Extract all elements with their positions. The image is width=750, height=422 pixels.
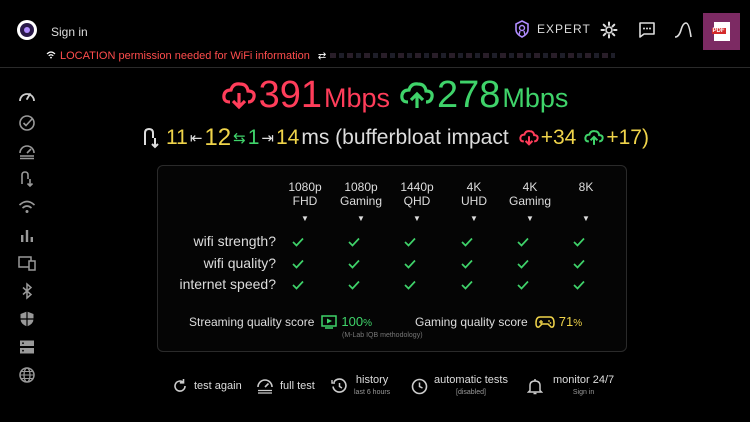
check-icon bbox=[517, 259, 529, 269]
methodology-note: (M-Lab IQB methodology) bbox=[342, 332, 423, 339]
gear-icon[interactable] bbox=[600, 21, 618, 39]
upload-speed: 278 Mbps bbox=[400, 74, 568, 117]
check-icon bbox=[461, 259, 473, 269]
column-header: 8K ▼ bbox=[578, 180, 594, 223]
download-value: 391 bbox=[258, 74, 322, 116]
download-cloud-icon bbox=[221, 81, 256, 109]
quality-table: 1080p FHD ▼ 1080p Gaming ▼ 1440p QHD ▼ 4K UHD ▼ … bbox=[157, 165, 627, 352]
check-icon bbox=[292, 237, 304, 247]
history-button[interactable]: history last 6 hours bbox=[331, 374, 390, 398]
jitter-arrows-icon: ⇆ bbox=[233, 130, 246, 147]
expert-label: EXPERT bbox=[537, 22, 591, 36]
bottom-toolbar: test again full test history last 6 hours… bbox=[0, 374, 750, 404]
download-speed: 391 Mbps bbox=[221, 74, 390, 117]
check-icon bbox=[348, 237, 360, 247]
play-screen-icon bbox=[321, 314, 338, 329]
gaming-score-label: Gaming quality score bbox=[415, 314, 528, 329]
gaming-score: Gaming quality score 71% bbox=[415, 314, 582, 329]
max-latency: 14 bbox=[275, 126, 300, 149]
pdf-badge-label: PDF bbox=[711, 28, 726, 34]
check-icon bbox=[461, 280, 473, 290]
check-icon bbox=[517, 237, 529, 247]
upload-value: 278 bbox=[437, 74, 501, 116]
pdf-export-button[interactable]: PDF bbox=[703, 13, 740, 50]
upload-cloud-icon bbox=[400, 81, 434, 108]
right-bar-arrow-icon: ⇥ bbox=[261, 130, 274, 147]
ping-large-icon bbox=[144, 127, 159, 149]
check-icon bbox=[292, 259, 304, 269]
permission-warning-text: LOCATION permission needed for WiFi info… bbox=[60, 50, 310, 62]
left-bar-arrow-icon: ⇤ bbox=[189, 130, 203, 147]
min-latency: 12 bbox=[204, 124, 232, 151]
check-icon bbox=[573, 259, 585, 269]
devices-icon[interactable] bbox=[18, 254, 36, 272]
redacted-network-info bbox=[330, 53, 615, 58]
streaming-score: Streaming quality score 100% bbox=[189, 314, 372, 329]
gauge-list-icon bbox=[257, 379, 273, 394]
check-icon bbox=[404, 237, 416, 247]
row-label-wifi-quality: wifi quality? bbox=[203, 255, 276, 271]
check-icon bbox=[573, 237, 585, 247]
gamepad-icon bbox=[534, 315, 555, 328]
wifi-small-icon bbox=[46, 50, 56, 62]
upload-impact-icon bbox=[584, 130, 604, 145]
swap-arrows-icon: ⇄ bbox=[317, 50, 327, 62]
gaming-score-value: 71% bbox=[558, 314, 583, 329]
download-impact-icon bbox=[519, 130, 539, 146]
check-icon bbox=[348, 259, 360, 269]
upload-unit: Mbps bbox=[502, 83, 569, 113]
chat-icon[interactable] bbox=[638, 21, 656, 39]
full-test-label: full test bbox=[280, 379, 315, 392]
row-label-wifi-strength: wifi strength? bbox=[193, 233, 276, 249]
check-icon bbox=[404, 280, 416, 290]
test-again-label: test again bbox=[194, 379, 242, 392]
streaming-score-value: 100% bbox=[341, 314, 372, 329]
check-icon bbox=[517, 280, 529, 290]
pdf-icon: PDF bbox=[711, 22, 730, 41]
latency-line: 11 ⇤ 12 ⇆ 1 ⇥ 14 ms (bufferbloat impact … bbox=[0, 124, 750, 152]
wifi-icon[interactable] bbox=[18, 198, 36, 216]
clock-icon bbox=[411, 378, 428, 394]
check-icon bbox=[404, 259, 416, 269]
check-icon bbox=[292, 280, 304, 290]
bluetooth-icon[interactable] bbox=[18, 282, 36, 300]
jitter-value: 1 bbox=[247, 126, 260, 149]
shield-icon[interactable] bbox=[18, 310, 36, 328]
location-permission-warning[interactable]: LOCATION permission needed for WiFi info… bbox=[46, 50, 326, 62]
upload-bufferbloat: +17) bbox=[606, 126, 649, 149]
refresh-icon bbox=[174, 379, 186, 392]
streaming-score-label: Streaming quality score bbox=[189, 314, 315, 329]
bar-chart-icon[interactable] bbox=[18, 226, 36, 244]
history-clock-icon bbox=[331, 377, 347, 393]
app-logo[interactable] bbox=[17, 20, 37, 40]
medal-icon bbox=[515, 20, 529, 38]
expert-mode-button[interactable]: EXPERT bbox=[514, 20, 591, 38]
download-bufferbloat: +34 bbox=[540, 126, 577, 149]
latency-unit-text: ms (bufferbloat impact bbox=[301, 126, 509, 149]
check-icon bbox=[573, 280, 585, 290]
monitor-button[interactable]: monitor 24/7 Sign in bbox=[527, 374, 614, 398]
header: Sign in LOCATION permission needed for W… bbox=[0, 0, 750, 68]
row-label-internet-speed: internet speed? bbox=[179, 276, 276, 292]
full-test-button[interactable]: full test bbox=[256, 374, 315, 398]
automatic-tests-label: automatic tests [disabled] bbox=[434, 373, 508, 396]
automatic-tests-button[interactable]: automatic tests [disabled] bbox=[411, 374, 508, 398]
sign-in-link[interactable]: Sign in bbox=[51, 25, 88, 39]
idle-latency: 11 bbox=[166, 126, 188, 149]
server-icon[interactable] bbox=[18, 338, 36, 356]
graph-curve-icon[interactable] bbox=[674, 21, 692, 39]
ping-icon[interactable] bbox=[18, 170, 36, 188]
bell-icon bbox=[527, 378, 543, 394]
test-again-button[interactable]: test again bbox=[172, 374, 242, 398]
monitor-label: monitor 24/7 Sign in bbox=[553, 373, 615, 396]
speed-results: 391 Mbps 278 Mbps bbox=[0, 74, 750, 117]
check-icon bbox=[461, 237, 473, 247]
history-label: history last 6 hours bbox=[354, 373, 391, 396]
download-unit: Mbps bbox=[323, 83, 390, 113]
check-icon bbox=[348, 280, 360, 290]
